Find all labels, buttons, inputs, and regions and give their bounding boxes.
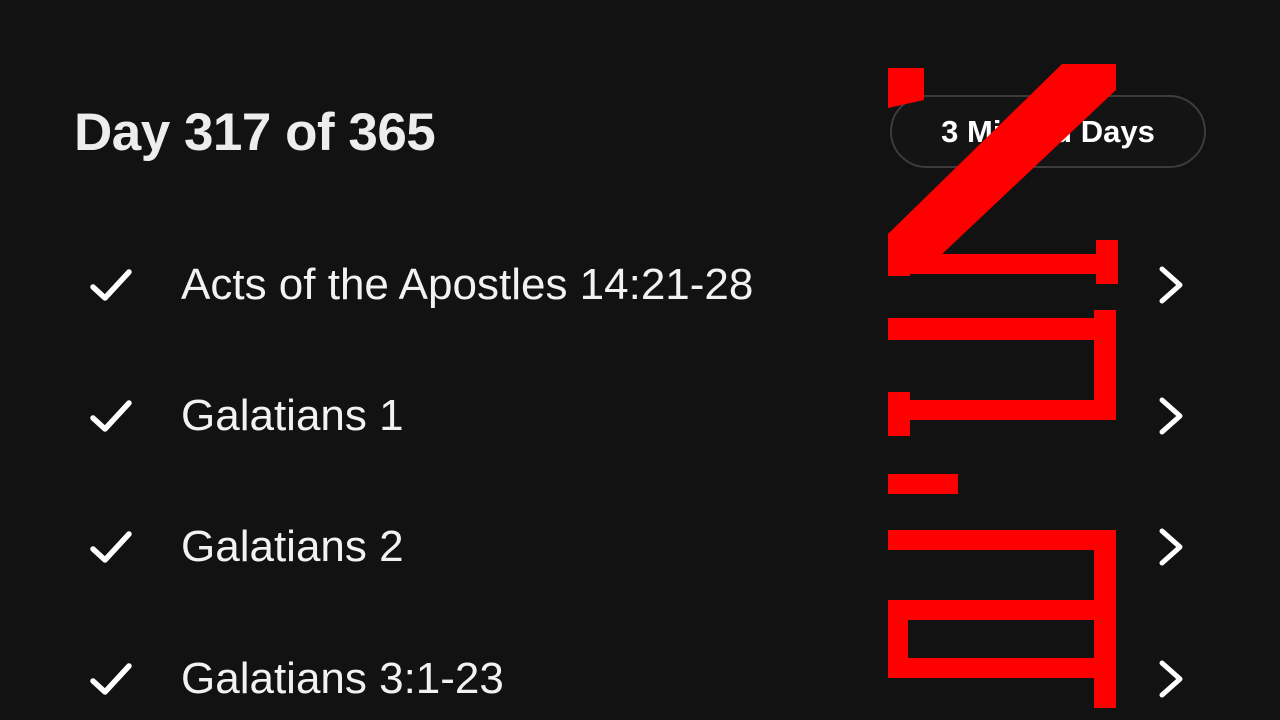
day-title: Day 317 of 365: [74, 103, 436, 162]
missed-days-label: 3 Missed Days: [941, 113, 1155, 149]
reading-row[interactable]: Galatians 1: [0, 376, 1280, 456]
missed-days-button[interactable]: 3 Missed Days: [890, 95, 1206, 168]
chevron-right-icon[interactable]: [1154, 263, 1188, 307]
check-icon: [90, 663, 132, 695]
chevron-right-icon[interactable]: [1154, 394, 1188, 438]
reading-label: Galatians 2: [181, 522, 404, 571]
reading-label: Galatians 3:1-23: [181, 654, 504, 703]
chevron-right-icon[interactable]: [1154, 525, 1188, 569]
reading-row[interactable]: Galatians 2: [0, 507, 1280, 587]
check-icon: [90, 531, 132, 563]
reading-label: Galatians 1: [181, 391, 404, 440]
check-icon: [90, 269, 132, 301]
reading-label: Acts of the Apostles 14:21-28: [181, 260, 754, 309]
chevron-right-icon[interactable]: [1154, 657, 1188, 701]
reading-row[interactable]: Acts of the Apostles 14:21-28: [0, 245, 1280, 325]
check-icon: [90, 400, 132, 432]
reading-row[interactable]: Galatians 3:1-23: [0, 639, 1280, 719]
